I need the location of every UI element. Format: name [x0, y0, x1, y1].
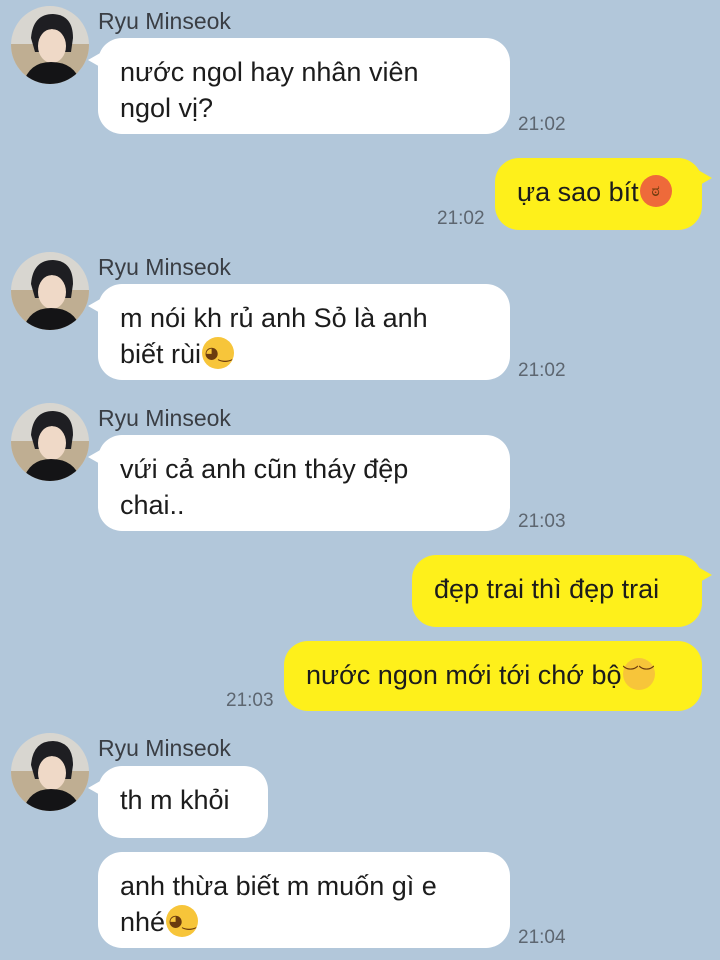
message-timestamp: 21:02 — [518, 114, 566, 135]
message-text-line: m nói kh rủ anh Sỏ là anh — [120, 303, 428, 333]
sender-name: Ryu Minseok — [98, 735, 231, 761]
pensive-face-icon: ︶︶ — [622, 658, 655, 690]
outgoing-message-bubble[interactable]: ựa sao bít ಠ — [495, 158, 712, 230]
message-text: đẹp trai thì đẹp trai — [434, 574, 660, 604]
smirk-face-icon: ◕‿ — [202, 337, 235, 369]
incoming-message-bubble[interactable]: m nói kh rủ anh Sỏ là anh biết rùi ◕‿ — [88, 284, 510, 380]
message-timestamp: 21:03 — [518, 511, 566, 532]
avatar[interactable] — [11, 6, 89, 84]
message-timestamp: 21:02 — [518, 360, 566, 381]
avatar[interactable] — [11, 252, 89, 330]
angry-face-icon: ಠ — [639, 175, 672, 207]
message-text-line: biết rùi — [120, 339, 202, 369]
message-timestamp: 21:03 — [226, 690, 274, 711]
message-text: th m khỏi — [120, 785, 230, 815]
outgoing-message-bubble[interactable]: đẹp trai thì đẹp trai — [412, 555, 712, 627]
message-timestamp: 21:04 — [518, 927, 566, 948]
message-text-line: vứi cả anh cũn tháy đệp — [120, 454, 409, 484]
incoming-message-bubble[interactable]: nước ngol hay nhân viên ngol vị? — [88, 38, 510, 134]
avatar[interactable] — [11, 733, 89, 811]
smirk-face-icon: ◕‿ — [166, 905, 199, 937]
outgoing-message-bubble[interactable]: nước ngon mới tới chớ bộ ︶︶ — [284, 641, 702, 711]
sender-name: Ryu Minseok — [98, 254, 231, 280]
message-text-line: nước ngol hay nhân viên — [120, 57, 419, 87]
message-text: ựa sao bít — [517, 177, 639, 207]
message-timestamp: 21:02 — [437, 208, 485, 229]
sender-name: Ryu Minseok — [98, 405, 231, 431]
message-text-line: anh thừa biết m muốn gì e — [120, 871, 437, 901]
incoming-message-bubble[interactable]: anh thừa biết m muốn gì e nhé ◕‿ — [98, 852, 510, 948]
message-text-line: ngol vị? — [120, 93, 214, 123]
message-text: nước ngon mới tới chớ bộ — [306, 660, 622, 690]
incoming-message-bubble[interactable]: th m khỏi — [88, 766, 268, 838]
message-text-line: chai.. — [120, 490, 185, 520]
avatar[interactable] — [11, 403, 89, 481]
incoming-message-bubble[interactable]: vứi cả anh cũn tháy đệp chai.. — [88, 435, 510, 531]
message-text-line: nhé — [120, 907, 166, 937]
sender-name: Ryu Minseok — [98, 8, 231, 34]
